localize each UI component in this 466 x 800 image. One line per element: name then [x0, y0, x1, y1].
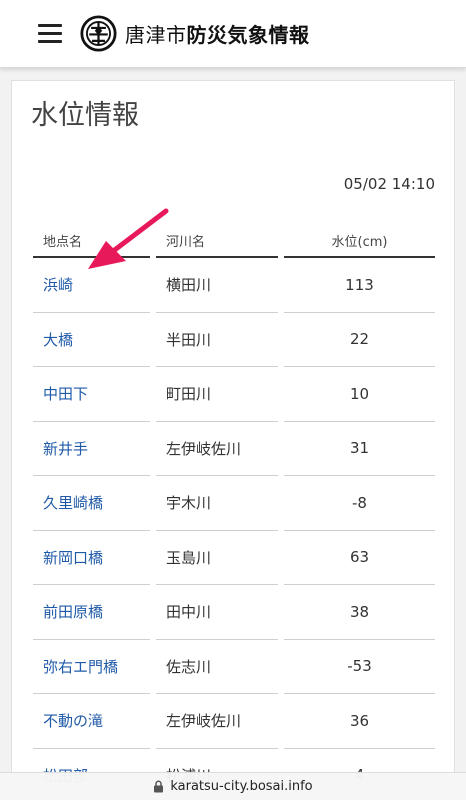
table-row: 不動の滝 左伊岐佐川 36: [33, 694, 435, 749]
river-name: 半田川: [156, 313, 278, 367]
river-name: 佐志川: [156, 640, 278, 694]
browser-url-bar[interactable]: karatsu-city.bosai.info: [0, 772, 466, 800]
lock-icon: [154, 780, 164, 793]
pink-arrow-annotation: [88, 208, 169, 269]
table-row: 弥右エ門橋 佐志川 -53: [33, 640, 435, 694]
column-header-level: 水位(cm): [284, 231, 435, 258]
table-row: 大橋 半田川 22: [33, 313, 435, 367]
river-name: 左伊岐佐川: [156, 694, 278, 749]
river-name: 宇木川: [156, 476, 278, 531]
station-link[interactable]: 大橋: [33, 313, 150, 367]
station-link[interactable]: 前田原橋: [33, 585, 150, 640]
table-body: 浜崎 横田川 113 大橋 半田川 22 中田下 町田川 10 新井手 左伊岐佐川 31 久里崎橋 宇木川…: [33, 258, 435, 800]
table-row: 中田下 町田川 10: [33, 367, 435, 422]
city-emblem-logo[interactable]: [80, 15, 117, 52]
water-level-value: 10: [284, 367, 435, 422]
page-title: 水位情報: [31, 100, 139, 131]
water-level-value: -8: [284, 476, 435, 531]
water-level-card: 水位情報 05/02 14:10 地点名 河川名 水位(cm) 浜崎 横田川 113…: [11, 80, 455, 800]
water-level-value: -53: [284, 640, 435, 694]
water-level-value: 22: [284, 313, 435, 367]
station-link[interactable]: 不動の滝: [33, 694, 150, 749]
station-link[interactable]: 久里崎橋: [33, 476, 150, 531]
update-timestamp: 05/02 14:10: [343, 175, 435, 193]
station-link[interactable]: 中田下: [33, 367, 150, 422]
table-row: 新岡口橋 玉島川 63: [33, 531, 435, 585]
hamburger-menu-icon[interactable]: [38, 24, 62, 43]
site-title[interactable]: 唐津市防災気象情報: [125, 19, 310, 48]
station-link[interactable]: 新岡口橋: [33, 531, 150, 585]
table-row: 久里崎橋 宇木川 -8: [33, 476, 435, 531]
river-name: 町田川: [156, 367, 278, 422]
app-header: 唐津市防災気象情報: [0, 0, 466, 68]
site-title-service: 防災気象情報: [186, 23, 310, 47]
table-row: 前田原橋 田中川 38: [33, 585, 435, 640]
station-link[interactable]: 弥右エ門橋: [33, 640, 150, 694]
water-level-value: 38: [284, 585, 435, 640]
water-level-value: 36: [284, 694, 435, 749]
water-level-value: 113: [284, 258, 435, 313]
url-text: karatsu-city.bosai.info: [170, 779, 313, 794]
table-row: 新井手 左伊岐佐川 31: [33, 422, 435, 476]
water-level-table: 地点名 河川名 水位(cm) 浜崎 横田川 113 大橋 半田川 22 中田下 町田川 10 新井…: [33, 231, 435, 800]
river-name: 玉島川: [156, 531, 278, 585]
river-name: 左伊岐佐川: [156, 422, 278, 476]
river-name: 田中川: [156, 585, 278, 640]
water-level-value: 63: [284, 531, 435, 585]
water-level-value: 31: [284, 422, 435, 476]
site-title-city: 唐津市: [125, 23, 187, 47]
station-link[interactable]: 新井手: [33, 422, 150, 476]
